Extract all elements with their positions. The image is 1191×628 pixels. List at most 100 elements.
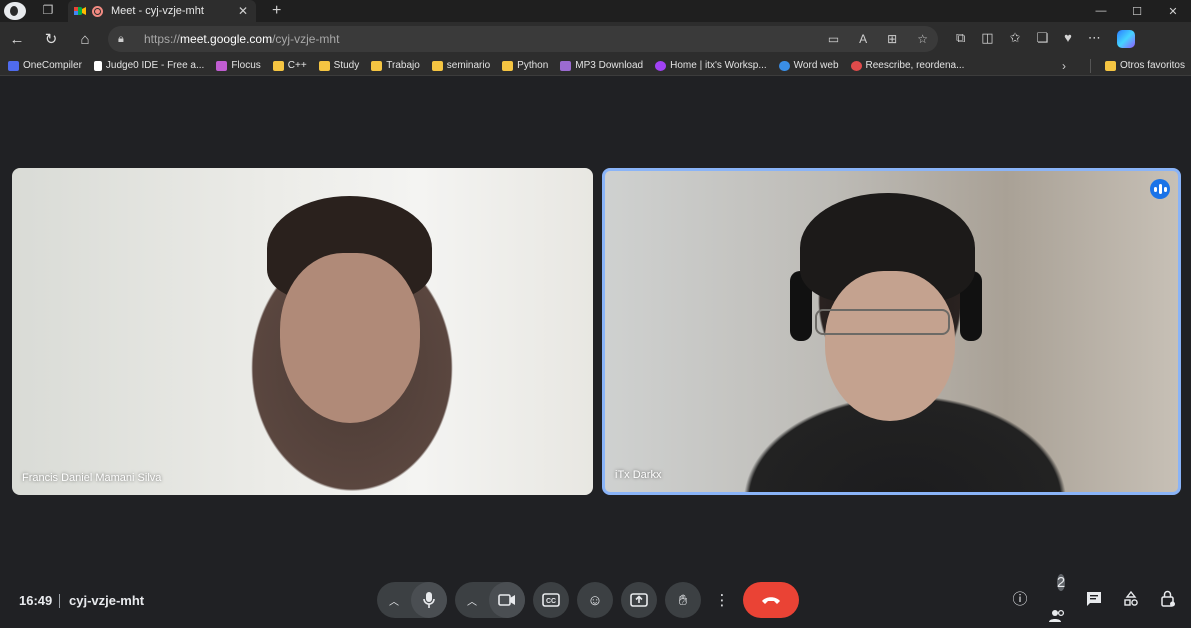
read-aloud-icon[interactable]: A xyxy=(859,32,867,46)
lock-icon[interactable]: 🔒︎ xyxy=(118,33,132,46)
captions-icon[interactable]: CC xyxy=(533,582,569,618)
raise-hand-icon[interactable]: ✋︎ xyxy=(665,582,701,618)
video-control-group: ︿ xyxy=(455,582,525,618)
bookmark-label: Word web xyxy=(793,60,839,71)
bookmark-seminario[interactable]: seminario xyxy=(431,60,491,71)
onecompiler-icon xyxy=(8,60,19,71)
bookmark-python[interactable]: Python xyxy=(502,60,548,71)
folder-icon xyxy=(371,60,383,71)
activities-icon[interactable] xyxy=(1122,588,1140,612)
participant-name: Francis Daniel Mamani Silva xyxy=(22,472,162,484)
side-panel-controls: ⓘ 2 xyxy=(1011,574,1177,622)
close-tab-icon[interactable]: ✕ xyxy=(236,4,250,18)
bookmark-reescribe[interactable]: Reescribe, reordena... xyxy=(850,60,965,71)
meet-favicon-icon xyxy=(74,7,86,15)
bookmark-label: Reescribe, reordena... xyxy=(865,60,965,71)
participant-tile[interactable]: Francis Daniel Mamani Silva xyxy=(12,168,593,495)
extensions-icon[interactable]: ⧉ xyxy=(956,30,965,48)
bookmark-judge0[interactable]: Judge0 IDE - Free a... xyxy=(93,60,204,71)
participant-video-face xyxy=(280,253,420,423)
app-available-icon[interactable]: ⊞ xyxy=(887,32,897,46)
favorites-icon[interactable]: ✩ xyxy=(1010,30,1021,48)
camera-permission-icon[interactable]: ▭ xyxy=(828,32,839,46)
folder-icon xyxy=(502,60,514,71)
microphone-icon[interactable] xyxy=(411,582,447,618)
participant-count-badge: 2 xyxy=(1056,574,1066,591)
bookmark-workspace[interactable]: Home | itx's Worksp... xyxy=(655,60,767,71)
leave-call-icon[interactable] xyxy=(743,582,799,618)
address-bar-icons: ▭ A ⊞ ☆ xyxy=(828,32,928,46)
bookmark-label: Home | itx's Worksp... xyxy=(670,60,767,71)
more-options-icon[interactable]: ⋮ xyxy=(709,582,735,618)
profile-avatar[interactable] xyxy=(4,2,26,20)
close-window-icon[interactable]: ✕ xyxy=(1155,5,1191,18)
bookmark-label: seminario xyxy=(446,60,491,71)
bookmark-mp3-download[interactable]: MP3 Download xyxy=(560,60,643,71)
meeting-code: cyj-vzje-mht xyxy=(69,593,145,608)
chat-icon[interactable] xyxy=(1085,588,1103,612)
participant-name: iTx Darkx xyxy=(615,469,662,481)
favorite-star-icon[interactable]: ☆ xyxy=(917,32,928,46)
meeting-details-icon[interactable]: ⓘ xyxy=(1011,588,1029,612)
bookmark-cpp[interactable]: C++ xyxy=(272,60,307,71)
url-host: meet.google.com xyxy=(180,32,273,46)
onedrive-icon xyxy=(778,60,790,71)
folder-icon xyxy=(431,60,443,71)
folder-icon xyxy=(1104,60,1116,71)
participant-video-face xyxy=(825,271,955,421)
svg-text:CC: CC xyxy=(546,598,556,605)
bookmark-other-favorites[interactable]: Otros favoritos xyxy=(1104,60,1185,71)
new-tab-icon[interactable]: + xyxy=(272,2,281,20)
split-screen-icon[interactable]: ◫ xyxy=(981,30,993,48)
minimize-icon[interactable]: — xyxy=(1083,5,1119,17)
window-controls: — ☐ ✕ xyxy=(1083,0,1191,22)
audio-options-chevron-icon[interactable]: ︿ xyxy=(377,593,411,608)
address-bar[interactable]: 🔒︎ https://meet.google.com/cyj-vzje-mht … xyxy=(108,26,938,52)
reload-icon[interactable]: ↻ xyxy=(34,30,68,48)
bookmark-trabajo[interactable]: Trabajo xyxy=(371,60,420,71)
meeting-clock: 16:49 xyxy=(19,593,53,608)
meet-stage: Francis Daniel Mamani Silva iTx Darkx xyxy=(0,77,1191,628)
chevron-right-icon[interactable]: › xyxy=(1062,59,1066,73)
bookmark-label: OneCompiler xyxy=(23,60,82,71)
copilot-icon[interactable] xyxy=(1116,30,1135,48)
workspace-icon xyxy=(655,60,667,71)
browser-tab-meet[interactable]: Meet - cyj-vzje-mht ✕ xyxy=(68,0,256,22)
emoji-reaction-icon[interactable]: ☺ xyxy=(577,582,613,618)
browser-toolbar: ← ↻ ⌂ 🔒︎ https://meet.google.com/cyj-vzj… xyxy=(0,22,1191,56)
workspaces-icon[interactable]: ❐ xyxy=(38,3,58,19)
host-controls-icon[interactable] xyxy=(1159,588,1177,612)
recording-indicator-icon xyxy=(92,5,103,17)
bookmark-label: Trabajo xyxy=(386,60,420,71)
tab-bar: ❐ Meet - cyj-vzje-mht ✕ + — ☐ ✕ xyxy=(0,0,1191,22)
bookmark-flocus[interactable]: Flocus xyxy=(216,60,261,71)
video-options-chevron-icon[interactable]: ︿ xyxy=(455,593,489,608)
collections-icon[interactable]: ❏ xyxy=(1037,30,1049,48)
maximize-icon[interactable]: ☐ xyxy=(1119,5,1155,18)
call-controls: ︿ ︿ CC ☺ ✋︎ ⋮ xyxy=(377,582,799,618)
camera-icon[interactable] xyxy=(489,582,525,618)
bookmark-label: Otros favoritos xyxy=(1119,60,1185,71)
bookmark-word-web[interactable]: Word web xyxy=(778,60,839,71)
back-icon[interactable]: ← xyxy=(0,31,34,48)
people-icon[interactable]: 2 xyxy=(1048,574,1066,622)
browser-essentials-icon[interactable]: ♥ xyxy=(1064,30,1072,48)
present-screen-icon[interactable] xyxy=(621,582,657,618)
toolbar-icons: ⧉ ◫ ✩ ❏ ♥ ⋯ xyxy=(956,30,1135,48)
mp3-icon xyxy=(560,60,572,71)
speaking-indicator-icon xyxy=(1150,179,1170,199)
folder-icon xyxy=(318,60,330,71)
bookmark-label: MP3 Download xyxy=(575,60,644,71)
bookmark-label: Study xyxy=(333,60,360,71)
judge0-icon xyxy=(93,60,102,71)
settings-more-icon[interactable]: ⋯ xyxy=(1088,30,1101,48)
audio-control-group: ︿ xyxy=(377,582,447,618)
bookmark-label: Python xyxy=(517,60,549,71)
bookmarks-divider xyxy=(1089,58,1091,73)
participant-tile-active-speaker[interactable]: iTx Darkx xyxy=(602,168,1181,495)
bottom-bar-divider xyxy=(59,594,60,608)
bookmark-label: Flocus xyxy=(231,60,261,71)
home-icon[interactable]: ⌂ xyxy=(68,31,102,48)
bookmark-onecompiler[interactable]: OneCompiler xyxy=(8,60,82,71)
bookmark-study[interactable]: Study xyxy=(318,60,360,71)
